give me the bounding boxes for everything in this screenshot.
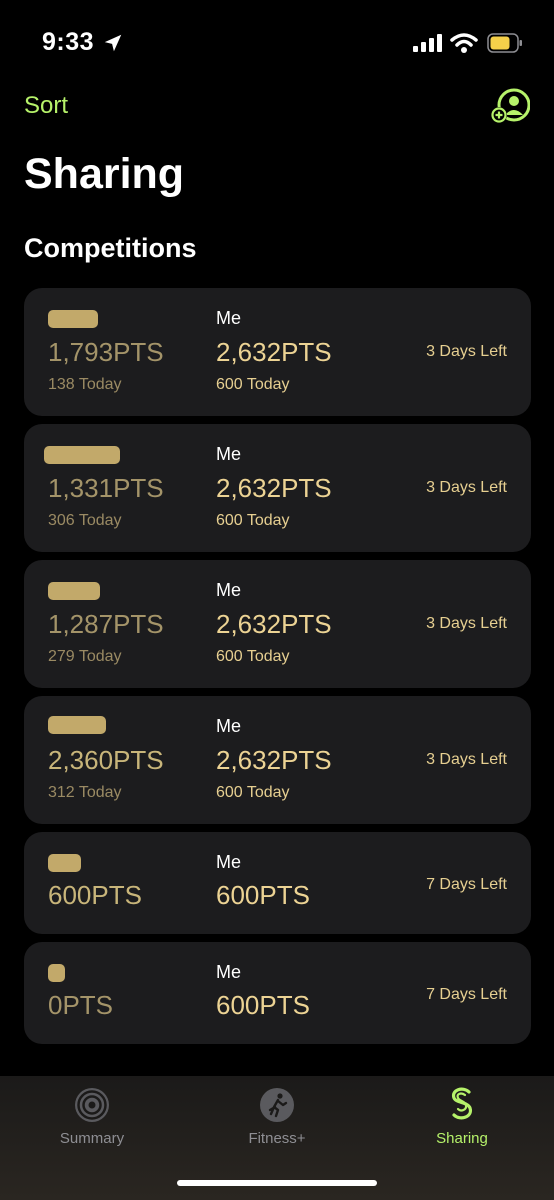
competition-card[interactable]: 1,287PTS 279 Today Me 2,632PTS 600 Today… [24,560,531,688]
me-today: 600 Today [216,784,290,801]
me-label: Me [216,308,242,328]
redacted-friend-name [48,310,98,328]
me-today: 600 Today [216,376,290,393]
wifi-icon [450,33,478,53]
days-left: 3 Days Left [426,479,507,496]
battery-icon [487,33,522,53]
competition-card[interactable]: 600PTS Me 600PTS 7 Days Left [24,832,531,934]
tab-fitness-plus[interactable]: Fitness+ [207,1086,347,1147]
competition-card[interactable]: 1,331PTS 306 Today Me 2,632PTS 600 Today… [24,424,531,552]
location-arrow-icon [104,34,122,52]
me-label: Me [216,716,242,736]
me-label: Me [216,444,242,464]
tab-label: Fitness+ [248,1130,306,1147]
friend-points: 2,360PTS [48,745,164,775]
friend-today: 279 Today [48,648,122,665]
me-label: Me [216,580,242,600]
me-points: 600PTS [216,880,310,910]
days-left: 3 Days Left [426,343,507,360]
friend-points: 1,287PTS [48,609,164,639]
friend-points: 600PTS [48,880,142,910]
tab-label: Sharing [436,1130,488,1147]
cellular-signal-icon [413,34,442,52]
redacted-friend-name [48,582,100,600]
friend-points: 0PTS [48,990,114,1020]
days-left: 7 Days Left [426,986,507,1003]
me-points: 600PTS [216,990,310,1020]
me-today: 600 Today [216,512,290,529]
friend-today: 306 Today [48,512,122,529]
person-add-icon[interactable] [488,88,530,126]
me-label: Me [216,852,242,872]
section-title: Competitions [24,233,197,263]
days-left: 7 Days Left [426,876,507,893]
redacted-friend-name [48,854,81,872]
days-left: 3 Days Left [426,751,507,768]
me-points: 2,632PTS [216,609,332,639]
status-time: 9:33 [42,28,95,56]
me-points: 2,632PTS [216,337,332,367]
runner-icon [260,1088,294,1122]
redacted-friend-name [44,446,120,464]
tab-label: Summary [59,1130,125,1147]
competitions-list: 1,793PTS 138 Today Me 2,632PTS 600 Today… [24,288,531,1052]
me-today: 600 Today [216,648,290,665]
tab-summary[interactable]: Summary [22,1086,162,1147]
friend-points: 1,331PTS [48,473,164,503]
status-bar: 9:33 [0,0,554,80]
me-label: Me [216,962,242,982]
competition-card[interactable]: 2,360PTS 312 Today Me 2,632PTS 600 Today… [24,696,531,824]
redacted-friend-name [48,716,106,734]
page-title: Sharing [24,150,185,198]
competition-card[interactable]: 0PTS Me 600PTS 7 Days Left [24,942,531,1044]
me-points: 2,632PTS [216,745,332,775]
tab-sharing[interactable]: Sharing [392,1086,532,1147]
friend-points: 1,793PTS [48,337,164,367]
activity-rings-icon [75,1088,109,1122]
days-left: 3 Days Left [426,615,507,632]
me-points: 2,632PTS [216,473,332,503]
sharing-icon [451,1087,473,1120]
competition-card[interactable]: 1,793PTS 138 Today Me 2,632PTS 600 Today… [24,288,531,416]
redacted-friend-name [48,964,65,982]
friend-today: 138 Today [48,376,122,393]
sort-button[interactable]: Sort [24,92,68,120]
home-indicator [177,1180,377,1186]
friend-today: 312 Today [48,784,122,801]
